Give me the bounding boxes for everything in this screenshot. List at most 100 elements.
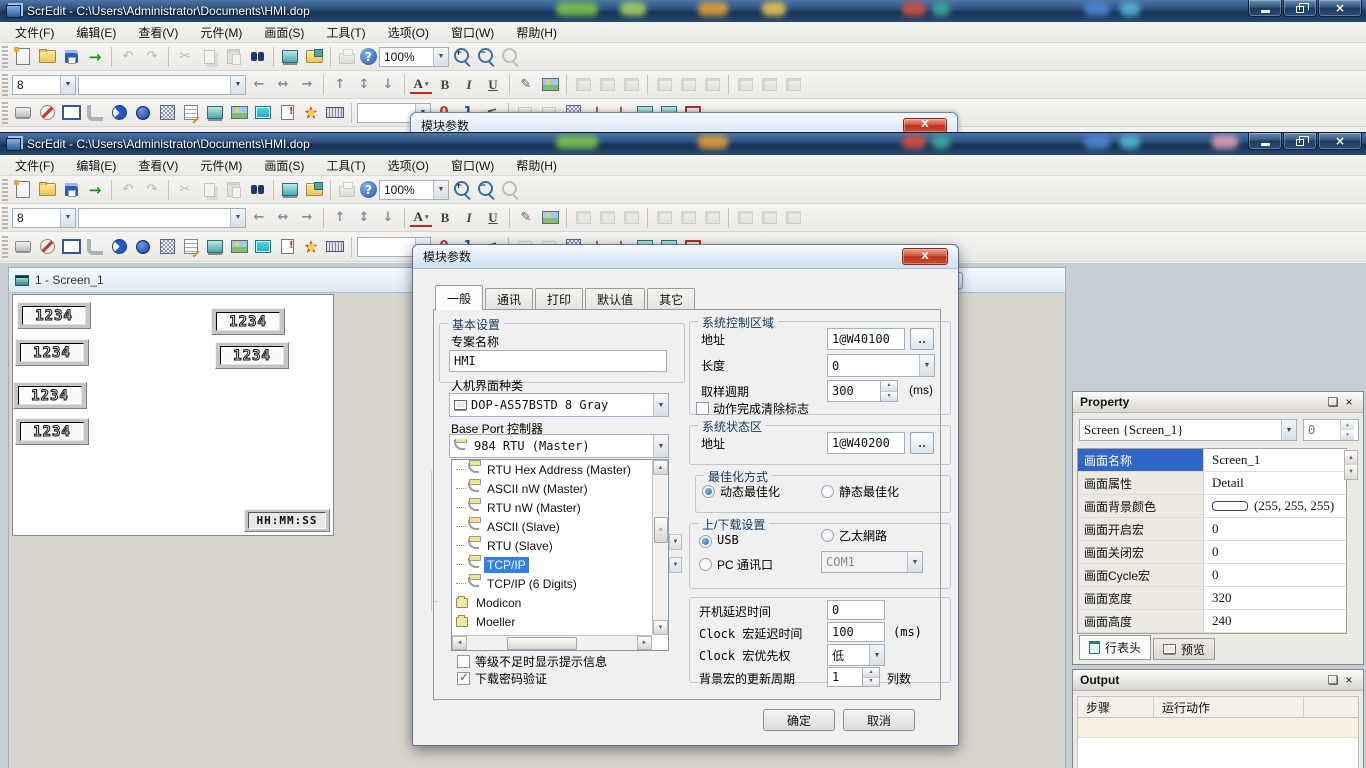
cut-icon[interactable]: ✂ (174, 179, 196, 201)
list-horizontal-scrollbar[interactable]: ◄ ► (452, 635, 652, 650)
zoom-in-icon[interactable]: + (451, 46, 473, 68)
menu-item[interactable]: 窗口(W) (440, 22, 505, 43)
tab-preview[interactable]: 预览 (1153, 638, 1215, 660)
boot-delay-input[interactable]: 0 (827, 600, 885, 620)
save-icon[interactable] (60, 179, 82, 201)
text-combo[interactable]: ▼ (78, 208, 246, 228)
float-panel-icon[interactable]: ❏ (1326, 673, 1340, 687)
italic-icon[interactable]: I (458, 74, 480, 96)
move-left-icon[interactable]: ← (248, 207, 270, 229)
property-row[interactable]: 画面宽度 320 (1078, 587, 1346, 610)
toolbar-grip[interactable] (2, 236, 8, 258)
dialog-titlebar[interactable]: 模块参数 X (413, 245, 958, 269)
scroll-down-icon[interactable]: ▼ (653, 620, 668, 635)
font-size-combo[interactable]: 8▼ (12, 208, 76, 228)
protocol-list-item[interactable]: TCP/IP (452, 555, 652, 574)
element-display-icon[interactable] (60, 102, 82, 124)
close-button[interactable]: × (1318, 133, 1362, 150)
tab-row-header[interactable]: 行表头 (1079, 635, 1151, 660)
property-row[interactable]: 画面名称 Screen_1 (1078, 449, 1346, 472)
fit-height-icon[interactable] (596, 74, 618, 96)
zoom-tool-icon[interactable] (499, 179, 521, 201)
scroll-left-icon[interactable]: ◄ (452, 636, 467, 650)
move-down-icon[interactable]: ↓ (377, 207, 399, 229)
text-combo[interactable]: ▼ (78, 75, 246, 95)
fit-both-icon[interactable] (620, 207, 642, 229)
pen-style-icon[interactable]: ✎ (515, 74, 537, 96)
menu-item[interactable]: 查看(V) (127, 22, 189, 43)
element-button-icon[interactable] (12, 102, 34, 124)
save-icon[interactable] (60, 46, 82, 68)
fit-height-icon[interactable] (596, 207, 618, 229)
element-meter-icon[interactable] (36, 102, 58, 124)
title-bar[interactable]: ScrEdit - C:\Users\Administrator\Documen… (0, 0, 1366, 22)
restore-button[interactable] (1283, 0, 1317, 17)
property-grid-scrollbar[interactable]: ▲▼ (1344, 450, 1358, 480)
close-icon[interactable]: X (903, 118, 947, 133)
element-input-icon[interactable] (180, 236, 202, 258)
move-up-icon[interactable]: ↑ (329, 74, 351, 96)
tab-other[interactable]: 其它 (647, 288, 695, 310)
protocol-list-item[interactable]: TCP/IP (6 Digits) (452, 574, 652, 593)
element-screen-icon[interactable] (204, 102, 226, 124)
element-display-icon[interactable] (60, 236, 82, 258)
protocol-list-item[interactable]: Modicon (452, 593, 652, 612)
status-address-input[interactable]: 1@W40200 (827, 432, 905, 454)
export-icon[interactable]: → (84, 179, 106, 201)
property-row[interactable]: 画面关闭宏 0 (1078, 541, 1346, 564)
scroll-right-icon[interactable]: ► (637, 636, 652, 650)
property-row[interactable]: 画面Cycle宏 0 (1078, 564, 1346, 587)
menu-item[interactable]: 工具(T) (315, 155, 376, 176)
protocol-list-item[interactable]: ASCII (Slave) (452, 517, 652, 536)
restore-button[interactable] (1283, 133, 1317, 150)
color-swatch[interactable] (1212, 501, 1248, 511)
element-circle-icon[interactable] (132, 102, 154, 124)
print-icon[interactable] (336, 179, 358, 201)
element-keypad-icon[interactable] (324, 236, 346, 258)
find-icon[interactable] (246, 179, 268, 201)
close-icon[interactable]: × (1342, 673, 1356, 687)
element-curve-icon[interactable] (252, 102, 274, 124)
fit-both-icon[interactable] (620, 74, 642, 96)
element-animation-icon[interactable] (300, 236, 322, 258)
font-color-icon[interactable]: A (410, 76, 432, 94)
element-screen-icon[interactable] (204, 236, 226, 258)
font-size-combo[interactable]: 8▼ (12, 75, 76, 95)
usb-radio[interactable] (699, 535, 712, 548)
scroll-up-icon[interactable]: ▲ (653, 460, 668, 475)
cut-icon[interactable]: ✂ (174, 46, 196, 68)
property-row[interactable]: 画面属性 Detail (1078, 472, 1346, 495)
element-pattern-icon[interactable] (156, 102, 178, 124)
menu-item[interactable]: 画面(S) (253, 155, 315, 176)
undo-icon[interactable]: ↶ (117, 46, 139, 68)
underline-icon[interactable]: U (482, 207, 504, 229)
bg-macro-spinner[interactable]: ▲▼ (863, 667, 880, 687)
align-right-icon[interactable] (701, 207, 723, 229)
new-screen-icon[interactable] (279, 46, 301, 68)
menu-item[interactable]: 文件(F) (4, 22, 65, 43)
align-top-icon[interactable] (734, 207, 756, 229)
print-icon[interactable] (336, 46, 358, 68)
toolbar-grip[interactable] (2, 102, 8, 124)
move-down-icon[interactable]: ↓ (377, 74, 399, 96)
menu-item[interactable]: 元件(M) (189, 22, 253, 43)
zoom-tool-icon[interactable] (499, 46, 521, 68)
new-file-icon[interactable] (12, 179, 34, 201)
com-port-combo[interactable]: COM1 ▼ (821, 551, 923, 573)
menu-item[interactable]: 编辑(E) (65, 22, 127, 43)
open-screen-icon[interactable] (303, 46, 325, 68)
move-right-icon[interactable]: → (296, 207, 318, 229)
export-icon[interactable]: → (84, 46, 106, 68)
element-input-icon[interactable] (180, 102, 202, 124)
output-panel-header[interactable]: Output ❏ × (1073, 670, 1363, 691)
column-action[interactable]: 运行动作 (1154, 697, 1304, 717)
fit-width-icon[interactable] (572, 207, 594, 229)
menu-item[interactable]: 帮助(H) (505, 155, 568, 176)
element-keypad-icon[interactable] (324, 102, 346, 124)
pen-style-icon[interactable]: ✎ (515, 207, 537, 229)
property-row[interactable]: 画面高度 240 (1078, 610, 1346, 633)
numeric-display-element[interactable]: 1234 (211, 308, 285, 335)
menu-item[interactable]: 查看(V) (127, 155, 189, 176)
element-pipe-icon[interactable] (84, 236, 106, 258)
base-port-combo[interactable]: 984 RTU (Master) ▼ (449, 434, 669, 458)
